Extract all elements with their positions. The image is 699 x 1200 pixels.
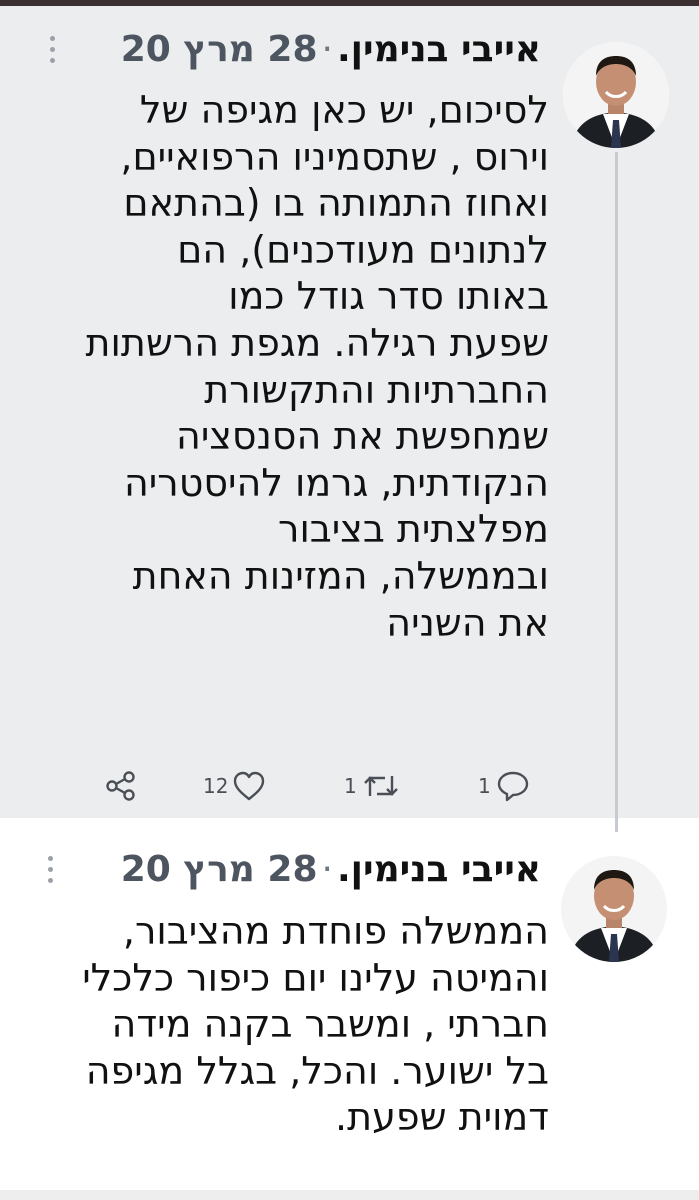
tweet-header: אייבי בנימין.·28 מרץ 20: [121, 28, 541, 72]
like-count: 12: [203, 774, 229, 798]
author-name[interactable]: אייבי בנימין.: [337, 849, 541, 890]
tweet-text-line: דמוית שפעת.: [335, 1095, 549, 1140]
next-tweet-edge: [0, 1190, 699, 1200]
reply-icon: [497, 771, 528, 802]
tweet-text-line: בל ישוער. והכל, בגלל מגיפה: [85, 1048, 549, 1093]
tweet-date[interactable]: 28 מרץ 20: [121, 849, 318, 890]
tweet-text-line: הנקודתית, גרמו להיסטריה: [123, 460, 549, 505]
tweet-2[interactable]: אייבי בנימין.·28 מרץ 20 הממשלה פוחדת מהצ…: [0, 818, 699, 1190]
header-separator: ·: [321, 849, 333, 890]
tweet-text-line: הממשלה פוחדת מהציבור,: [122, 909, 549, 953]
tweet-text-line: וירוס , שתסמיניו הרפואיים,: [120, 134, 549, 179]
more-vertical-icon[interactable]: [50, 36, 55, 63]
retweet-button[interactable]: 1: [344, 766, 401, 806]
tweet-actions: 12 1 1: [0, 766, 699, 816]
tweet-text: לסיכום, יש כאן מגיפה של וירוס , שתסמיניו…: [29, 87, 549, 646]
tweet-text-line: את השניה: [386, 600, 549, 645]
tweet-text-line: לסיכום, יש כאן מגיפה של: [139, 88, 549, 132]
author-name[interactable]: אייבי בנימין.: [337, 29, 541, 70]
tweet-text-line: מפלצתית בציבור: [278, 507, 549, 552]
thread-connector-line: [615, 152, 618, 832]
tweet-text-line: והמיטה עלינו יום כיפור כלכלי: [82, 955, 549, 1000]
more-vertical-icon[interactable]: [48, 856, 53, 883]
tweet-text-line: שפעת רגילה. מגפת הרשתות: [85, 320, 549, 365]
tweet-text: הממשלה פוחדת מהציבור, והמיטה עלינו יום כ…: [29, 908, 549, 1141]
tweet-text-line: ואחוז התמותה בו (בהתאם: [123, 181, 549, 226]
tweet-text-line: חברתי , ומשבר בקנה מידה: [111, 1002, 549, 1047]
author-avatar[interactable]: [561, 856, 667, 962]
tweet-text-line: שמחפשת את הסנסציה: [176, 414, 549, 459]
author-avatar[interactable]: [563, 42, 669, 148]
tweet-header: אייבי בנימין.·28 מרץ 20: [121, 848, 541, 892]
header-separator: ·: [321, 29, 333, 70]
tweet-text-line: ובממשלה, המזינות האחת: [132, 553, 549, 598]
tweet-text-line: החברתיות והתקשורת: [204, 367, 549, 412]
retweet-count: 1: [344, 774, 357, 798]
tweet-text-line: לנתונים מעודכנים), הם: [177, 227, 549, 272]
like-button[interactable]: 12: [203, 766, 266, 806]
share-icon: [106, 771, 135, 801]
tweet-1[interactable]: אייבי בנימין.·28 מרץ 20 לסיכום, יש כאן מ…: [0, 6, 699, 818]
tweet-date[interactable]: 28 מרץ 20: [121, 29, 318, 70]
reply-count: 1: [478, 774, 491, 798]
reply-button[interactable]: 1: [478, 766, 531, 806]
retweet-icon: [363, 776, 398, 796]
share-button[interactable]: [104, 766, 138, 806]
heart-icon: [234, 771, 265, 801]
tweet-text-line: באותו סדר גודל כמו: [228, 274, 549, 319]
